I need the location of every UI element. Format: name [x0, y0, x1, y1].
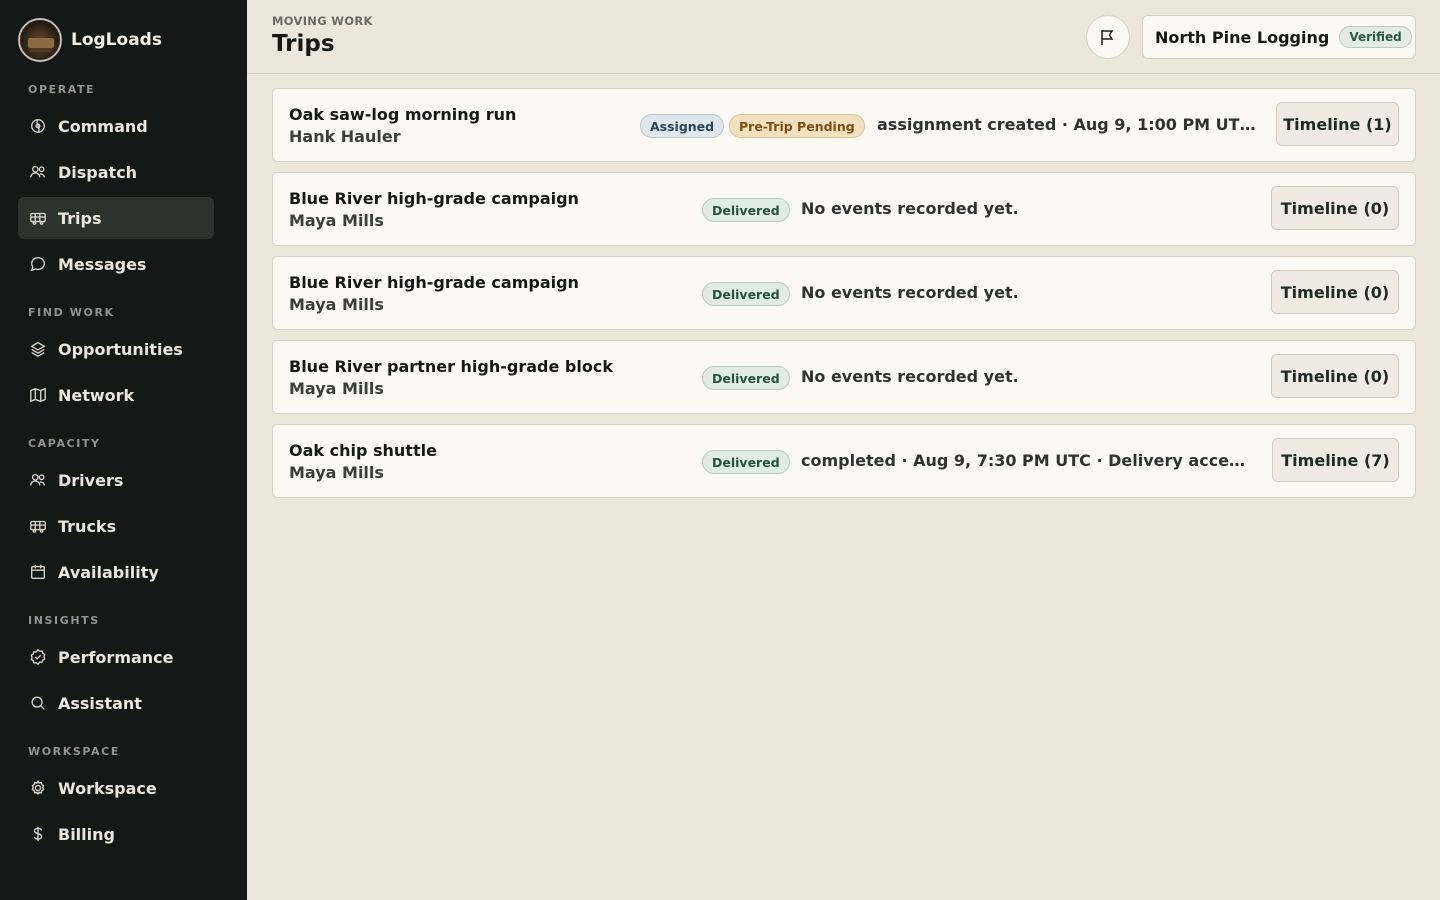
latest-event: No events recorded yet.: [801, 283, 1019, 302]
sidebar-item-label: Availability: [58, 562, 159, 582]
sidebar-item-label: Drivers: [58, 470, 124, 490]
trip-card[interactable]: Blue River partner high-grade block Maya…: [272, 340, 1416, 414]
brand-logo: [18, 18, 62, 62]
trip-card[interactable]: Blue River high-grade campaign Maya Mill…: [272, 256, 1416, 330]
trip-driver: Maya Mills: [289, 463, 384, 482]
sidebar-item-label: Performance: [58, 647, 174, 667]
trip-title: Blue River high-grade campaign: [289, 189, 579, 208]
page-header: MOVING WORK Trips North Pine Logging Ver…: [247, 0, 1440, 74]
status-badge-delivered: Delivered: [702, 198, 790, 222]
status-badge-assigned: Assigned: [640, 114, 725, 138]
truck-icon: [28, 208, 48, 228]
trip-title: Blue River partner high-grade block: [289, 357, 613, 376]
dollar-icon: [28, 824, 48, 844]
search-icon: [28, 693, 48, 713]
status-badge-delivered: Delivered: [702, 450, 790, 474]
status-badge-pretrip-pending: Pre-Trip Pending: [729, 114, 865, 138]
gear-icon: [28, 778, 48, 798]
trip-driver: Hank Hauler: [289, 127, 401, 146]
trip-card[interactable]: Oak chip shuttle Maya Mills Delivered co…: [272, 424, 1416, 498]
sidebar-item-performance[interactable]: Performance: [18, 636, 214, 678]
page-eyebrow: MOVING WORK: [272, 14, 373, 28]
sidebar-item-trucks[interactable]: Trucks: [18, 505, 214, 547]
timeline-button[interactable]: Timeline (7): [1272, 438, 1399, 482]
sidebar-item-label: Opportunities: [58, 339, 183, 359]
flag-icon: [1098, 27, 1118, 47]
sidebar-item-messages[interactable]: Messages: [18, 243, 214, 285]
command-icon: [28, 116, 48, 136]
org-name: North Pine Logging: [1155, 27, 1330, 47]
sidebar-item-network[interactable]: Network: [18, 374, 214, 416]
trip-title: Blue River high-grade campaign: [289, 273, 579, 292]
timeline-button[interactable]: Timeline (0): [1271, 354, 1399, 398]
latest-event: completed · Aug 9, 7:30 PM UTC · Deliver…: [801, 451, 1256, 470]
sidebar-item-label: Workspace: [58, 778, 157, 798]
section-label-operate: OPERATE: [28, 83, 96, 96]
timeline-button[interactable]: Timeline (0): [1271, 270, 1399, 314]
latest-event: assignment created · Aug 9, 1:00 PM UTC …: [877, 115, 1261, 134]
sidebar-item-label: Assistant: [58, 693, 142, 713]
sidebar-item-dispatch[interactable]: Dispatch: [18, 151, 214, 193]
sidebar-item-label: Command: [58, 116, 148, 136]
sidebar-item-label: Dispatch: [58, 162, 138, 182]
page-title: Trips: [272, 31, 335, 57]
sidebar-item-assistant[interactable]: Assistant: [18, 682, 214, 724]
sidebar-item-workspace[interactable]: Workspace: [18, 767, 214, 809]
sidebar-item-billing[interactable]: Billing: [18, 813, 214, 855]
org-switcher[interactable]: North Pine Logging Verified: [1142, 15, 1416, 59]
timeline-button[interactable]: Timeline (0): [1271, 186, 1399, 230]
sidebar-item-opportunities[interactable]: Opportunities: [18, 328, 214, 370]
trip-card[interactable]: Oak saw-log morning run Hank Hauler Assi…: [272, 88, 1416, 162]
truck-icon: [28, 516, 48, 536]
sidebar-item-label: Network: [58, 385, 135, 405]
layers-icon: [28, 339, 48, 359]
sidebar-item-command[interactable]: Command: [18, 105, 214, 147]
status-badge-delivered: Delivered: [702, 282, 790, 306]
sidebar-item-availability[interactable]: Availability: [18, 551, 214, 593]
calendar-icon: [28, 562, 48, 582]
section-label-insights: INSIGHTS: [28, 614, 100, 627]
trip-driver: Maya Mills: [289, 211, 384, 230]
feedback-button[interactable]: [1086, 15, 1130, 59]
sidebar-item-trips[interactable]: Trips: [18, 197, 214, 239]
verified-badge: Verified: [1339, 26, 1412, 48]
sidebar-item-drivers[interactable]: Drivers: [18, 459, 214, 501]
timeline-button[interactable]: Timeline (1): [1276, 102, 1399, 146]
trip-card[interactable]: Blue River high-grade campaign Maya Mill…: [272, 172, 1416, 246]
section-label-capacity: CAPACITY: [28, 437, 101, 450]
section-label-find-work: FIND WORK: [28, 306, 115, 319]
section-label-workspace: WORKSPACE: [28, 745, 120, 758]
sidebar-item-label: Trips: [58, 208, 102, 228]
sidebar-item-label: Trucks: [58, 516, 117, 536]
trip-driver: Maya Mills: [289, 379, 384, 398]
sidebar-item-label: Billing: [58, 824, 115, 844]
latest-event: No events recorded yet.: [801, 199, 1019, 218]
trip-driver: Maya Mills: [289, 295, 384, 314]
trip-title: Oak saw-log morning run: [289, 105, 517, 124]
latest-event: No events recorded yet.: [801, 367, 1019, 386]
brand-name: LogLoads: [71, 30, 162, 50]
brand[interactable]: LogLoads: [18, 18, 162, 62]
map-icon: [28, 385, 48, 405]
sidebar-item-label: Messages: [58, 254, 147, 274]
trip-title: Oak chip shuttle: [289, 441, 437, 460]
status-badge-delivered: Delivered: [702, 366, 790, 390]
message-icon: [28, 254, 48, 274]
badge-check-icon: [28, 647, 48, 667]
users-icon: [28, 162, 48, 182]
sidebar: LogLoads OPERATE Command Dispatch Trips …: [0, 0, 247, 900]
users-icon: [28, 470, 48, 490]
